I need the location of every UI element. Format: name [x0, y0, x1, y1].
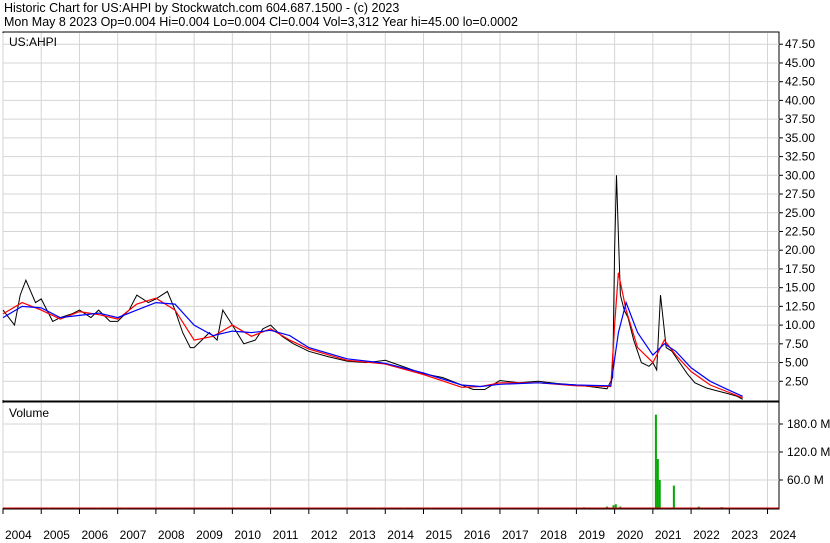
volume-y-axis: 60.0 M 120.0 M 180.0 M — [779, 417, 830, 487]
x-axis: 2004 2005 2006 2007 2008 2009 2010 2011 2012 2013… — [2, 509, 797, 542]
price-y-tick-label: 37.50 — [785, 112, 815, 126]
price-y-tick-label: 15.00 — [785, 281, 815, 295]
x-tick-label: 2024 — [770, 528, 797, 542]
x-tick-label: 2016 — [464, 528, 491, 542]
price-y-tick-label: 30.00 — [785, 168, 815, 182]
price-y-tick-label: 40.00 — [785, 93, 815, 107]
price-y-tick-label: 2.50 — [785, 374, 809, 388]
x-tick-label: 2004 — [5, 528, 32, 542]
x-tick-label: 2020 — [617, 528, 644, 542]
volume-bar — [672, 485, 675, 508]
x-tick-label: 2008 — [158, 528, 185, 542]
volume-bar — [658, 480, 661, 508]
price-y-tick-label: 17.50 — [785, 262, 815, 276]
volume-panel-label: Volume — [9, 406, 49, 420]
price-panel-label: US:AHPI — [9, 35, 57, 49]
x-tick-label: 2019 — [578, 528, 605, 542]
price-y-tick-label: 42.50 — [785, 75, 815, 89]
volume-bar — [614, 504, 617, 508]
volume-bar — [656, 459, 659, 508]
x-tick-label: 2005 — [43, 528, 70, 542]
price-y-tick-label: 5.00 — [785, 356, 809, 370]
x-tick-label: 2018 — [540, 528, 567, 542]
price-y-tick-label: 27.50 — [785, 187, 815, 201]
x-tick-label: 2012 — [311, 528, 338, 542]
price-y-tick-label: 45.00 — [785, 56, 815, 70]
price-y-tick-label: 32.50 — [785, 150, 815, 164]
price-y-tick-label: 20.00 — [785, 243, 815, 257]
x-tick-label: 2007 — [120, 528, 147, 542]
x-tick-label: 2013 — [349, 528, 376, 542]
x-tick-label: 2009 — [196, 528, 223, 542]
stock-chart: 2.50 5.00 7.50 10.00 12.50 15.00 17.50 20.00 22.… — [2, 31, 830, 542]
price-y-tick-label: 25.00 — [785, 206, 815, 220]
price-y-tick-label: 12.50 — [785, 299, 815, 313]
x-tick-label: 2006 — [81, 528, 108, 542]
price-y-tick-label: 10.00 — [785, 318, 815, 332]
price-y-tick-label: 35.00 — [785, 131, 815, 145]
price-y-tick-label: 7.50 — [785, 337, 809, 351]
volume-bar — [654, 414, 657, 508]
x-tick-label: 2014 — [387, 528, 414, 542]
volume-panel-frame — [2, 401, 780, 510]
x-tick-label: 2015 — [425, 528, 452, 542]
x-tick-label: 2010 — [234, 528, 261, 542]
x-tick-label: 2022 — [693, 528, 720, 542]
price-y-tick-label: 22.50 — [785, 224, 815, 238]
volume-y-tick-label: 180.0 M — [787, 417, 830, 431]
x-tick-label: 2011 — [273, 528, 299, 542]
x-tick-label: 2021 — [655, 528, 682, 542]
price-y-axis: 2.50 5.00 7.50 10.00 12.50 15.00 17.50 20.00 22.… — [779, 37, 815, 388]
volume-y-tick-label: 120.0 M — [787, 445, 830, 459]
volume-y-tick-label: 60.0 M — [787, 473, 824, 487]
x-tick-label: 2017 — [502, 528, 529, 542]
x-tick-label: 2023 — [731, 528, 758, 542]
price-y-tick-label: 47.50 — [785, 37, 815, 51]
